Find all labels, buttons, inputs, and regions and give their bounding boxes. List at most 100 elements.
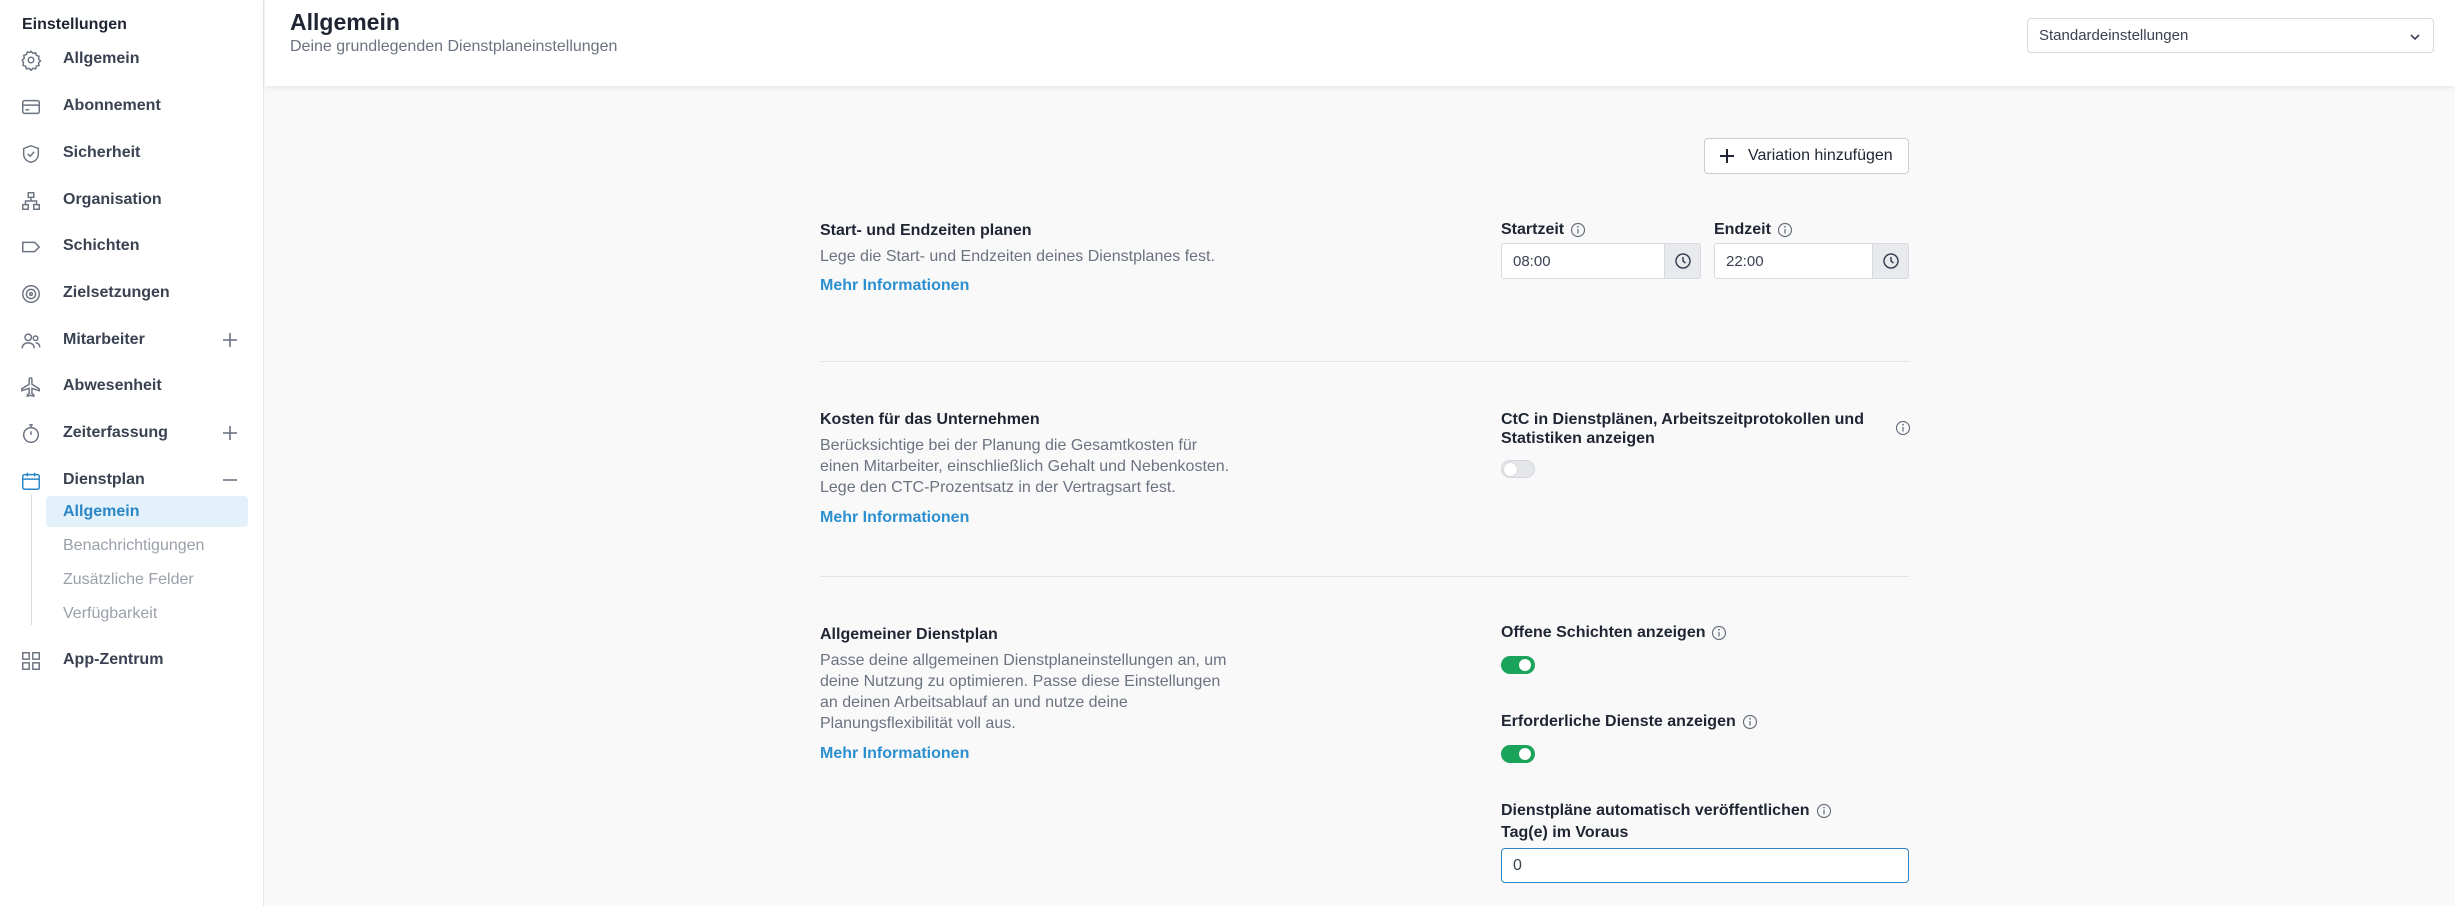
start-time-label-text: Startzeit [1501, 221, 1565, 238]
info-icon[interactable] [1711, 625, 1727, 641]
section-desc-general: Passe deine allgemeinen Dienstplaneinste… [820, 650, 1240, 734]
open-shifts-toggle[interactable] [1501, 656, 1535, 674]
sidebar-item-abwesenheit[interactable]: Abwesenheit [0, 366, 264, 406]
toggle-knob [1519, 748, 1531, 760]
end-time-input[interactable]: 22:00 [1714, 243, 1909, 279]
desc-line: Lege den CTC-Prozentsatz in der Vertrags… [820, 479, 1176, 496]
required-shifts-label: Erforderliche Dienste anzeigen [1501, 713, 1758, 731]
section-title-general: Allgemeiner Dienstplan [820, 626, 998, 643]
add-variation-label: Variation hinzufügen [1748, 147, 1893, 164]
sidebar-item-label: Abonnement [63, 97, 161, 114]
page-title: Allgemein [290, 9, 400, 35]
toggle-knob [1504, 463, 1517, 476]
sidebar-item-label: Dienstplan [63, 471, 145, 488]
clock-icon[interactable] [1872, 244, 1908, 278]
sidebar-item-app-zentrum[interactable]: App-Zentrum [0, 640, 264, 680]
plane-icon [20, 376, 42, 398]
desc-line: einen Mitarbeiter, einschließlich Gehalt… [820, 458, 1230, 475]
tag-icon [20, 236, 42, 258]
end-time-label-text: Endzeit [1714, 221, 1771, 238]
sidebar-subitem-allgemein[interactable]: Allgemein [46, 496, 248, 527]
settings-variant-select[interactable]: Standardeinstellungen [2027, 18, 2434, 53]
info-icon[interactable] [1570, 222, 1586, 238]
start-time-input[interactable]: 08:00 [1501, 243, 1701, 279]
users-icon [20, 330, 42, 352]
sidebar-item-label: App-Zentrum [63, 651, 164, 668]
info-icon[interactable] [1777, 222, 1793, 238]
desc-line: Planungsflexibilität voll aus. [820, 715, 1016, 732]
stopwatch-icon [20, 423, 42, 445]
desc-line: Passe deine allgemeinen Dienstplaneinste… [820, 652, 1227, 669]
required-shifts-toggle[interactable] [1501, 745, 1535, 763]
select-value: Standardeinstellungen [2039, 27, 2189, 44]
sidebar-item-zielsetzungen[interactable]: Zielsetzungen [0, 273, 264, 313]
sidebar-item-allgemein[interactable]: Allgemein [0, 39, 264, 79]
desc-line: Berücksichtige bei der Planung die Gesam… [820, 437, 1198, 454]
ctc-toggle-label: CtC in Dienstplänen, Arbeitszeitprotokol… [1501, 410, 1871, 448]
sidebar-subitem-benachrichtigungen[interactable]: Benachrichtigungen [46, 530, 248, 561]
chevron-down-icon [2409, 30, 2421, 42]
credit-card-icon [20, 96, 42, 118]
toggle-knob [1519, 659, 1531, 671]
days-ahead-input[interactable]: 0 [1501, 848, 1909, 883]
page-header: Allgemein Deine grundlegenden Dienstplan… [265, 0, 2455, 86]
section-title-times: Start- und Endzeiten planen [820, 222, 1032, 239]
section-title-costs: Kosten für das Unternehmen [820, 411, 1040, 428]
sidebar-item-mitarbeiter[interactable]: Mitarbeiter [0, 320, 264, 360]
section-desc-times: Lege die Start- und Endzeiten deines Die… [820, 248, 1215, 265]
sidebar-item-dienstplan[interactable]: Dienstplan [0, 460, 264, 500]
org-chart-icon [20, 190, 42, 212]
start-time-value: 08:00 [1513, 252, 1551, 270]
section-desc-costs: Berücksichtige bei der Planung die Gesam… [820, 435, 1240, 498]
page-subtitle: Deine grundlegenden Dienstplaneinstellun… [290, 38, 618, 55]
desc-line: deine Nutzung zu optimieren. Passe diese… [820, 673, 1221, 690]
ctc-toggle[interactable] [1501, 460, 1535, 478]
open-shifts-label-text: Offene Schichten anzeigen [1501, 624, 1706, 641]
sidebar: Einstellungen Allgemein Abonnement Siche… [0, 0, 264, 906]
sidebar-subitem-verfuegbarkeit[interactable]: Verfügbarkeit [46, 598, 248, 629]
section-divider [820, 361, 1909, 362]
sidebar-item-zeiterfassung[interactable]: Zeiterfassung [0, 413, 264, 453]
calendar-icon [20, 470, 42, 492]
sidebar-item-label: Abwesenheit [63, 377, 162, 394]
sidebar-item-label: Mitarbeiter [63, 331, 145, 348]
end-time-label: Endzeit [1714, 221, 1793, 239]
sidebar-item-sicherheit[interactable]: Sicherheit [0, 133, 264, 173]
target-icon [20, 283, 42, 305]
sidebar-item-label: Schichten [63, 237, 140, 254]
auto-publish-label: Dienstpläne automatisch veröffentlichen [1501, 802, 1832, 820]
sidebar-item-label: Organisation [63, 191, 162, 208]
expand-plus-icon[interactable] [220, 330, 240, 350]
sidebar-subitem-zusaetzliche-felder[interactable]: Zusätzliche Felder [46, 564, 248, 595]
ctc-label-line: CtC in Dienstplänen, Arbeitszeitprotokol… [1501, 411, 1864, 428]
sidebar-item-schichten[interactable]: Schichten [0, 226, 264, 266]
add-variation-button[interactable]: Variation hinzufügen [1704, 138, 1909, 174]
ctc-label-line: Statistiken anzeigen [1501, 430, 1655, 447]
more-info-link-times[interactable]: Mehr Informationen [820, 277, 969, 295]
sidebar-item-label: Sicherheit [63, 144, 141, 161]
sidebar-item-label: Allgemein [63, 50, 140, 67]
sidebar-item-organisation[interactable]: Organisation [0, 180, 264, 220]
end-time-value: 22:00 [1726, 252, 1764, 270]
info-icon[interactable] [1742, 714, 1758, 730]
auto-publish-label-text: Dienstpläne automatisch veröffentlichen [1501, 802, 1810, 819]
expand-plus-icon[interactable] [220, 423, 240, 443]
desc-line: an deinen Arbeitsablauf an und nutze dei… [820, 694, 1128, 711]
collapse-minus-icon[interactable] [220, 470, 240, 490]
sidebar-item-label: Zielsetzungen [63, 284, 170, 301]
info-icon[interactable] [1816, 803, 1832, 819]
plus-icon [1720, 149, 1734, 163]
info-icon[interactable] [1895, 420, 1911, 436]
sidebar-item-label: Zeiterfassung [63, 424, 168, 441]
clock-icon[interactable] [1664, 244, 1700, 278]
section-divider [820, 576, 1909, 577]
start-time-label: Startzeit [1501, 221, 1586, 239]
sidebar-title: Einstellungen [22, 16, 127, 33]
sidebar-item-abonnement[interactable]: Abonnement [0, 86, 264, 126]
submenu-guide-line [31, 495, 32, 625]
required-shifts-label-text: Erforderliche Dienste anzeigen [1501, 713, 1736, 730]
more-info-link-general[interactable]: Mehr Informationen [820, 745, 969, 763]
shield-icon [20, 143, 42, 165]
grid-icon [20, 650, 42, 672]
more-info-link-costs[interactable]: Mehr Informationen [820, 509, 969, 527]
